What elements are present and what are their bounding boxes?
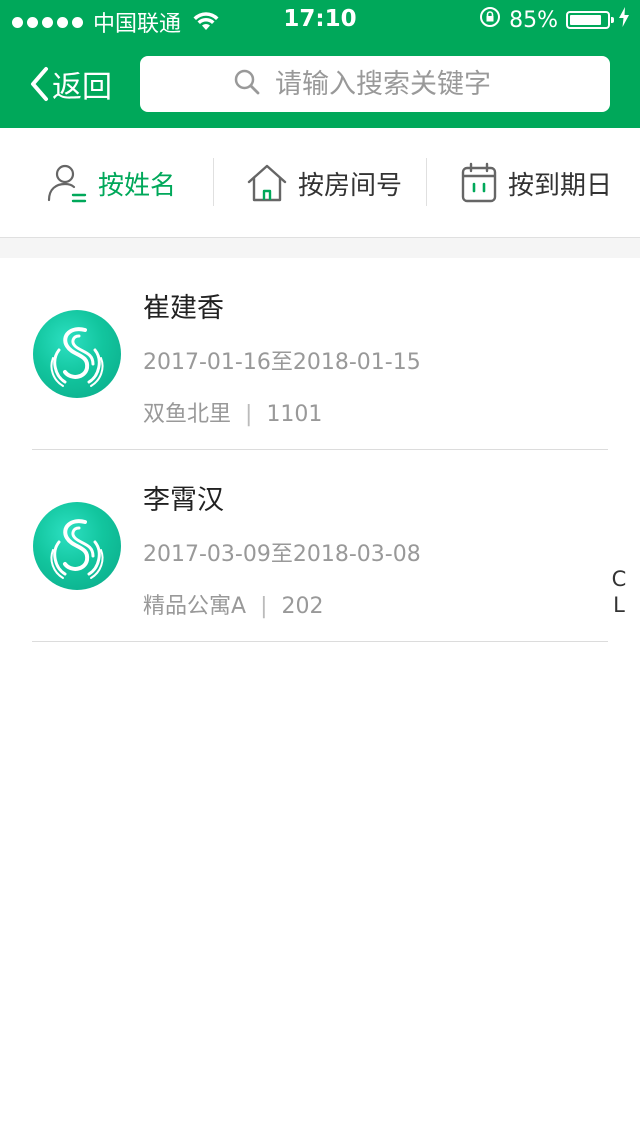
location: 精品公寓A | 202 [143,588,323,620]
building-name: 双鱼北里 [143,402,232,427]
divider [213,158,214,206]
room-number: 202 [281,594,324,619]
list-item[interactable]: 崔建香 2017-01-16至2018-01-15 双鱼北里 | 1101 [0,258,640,450]
house-icon [246,163,298,203]
person-icon [46,162,98,204]
tenant-list: 崔建香 2017-01-16至2018-01-15 双鱼北里 | 1101 李霄汉 … [0,258,640,642]
index-letter[interactable]: C [608,566,630,592]
filter-by-room[interactable]: 按房间号 [246,158,402,208]
chevron-left-icon [28,66,50,102]
pipe-separator: | [245,402,253,427]
status-bar: 中国联通 17:10 85% [0,0,640,40]
filter-label: 按姓名 [98,170,177,201]
divider [426,158,427,206]
alphabet-index: C L [608,566,630,618]
calendar-icon [460,162,508,204]
battery-percent: 85% [509,7,558,33]
tenant-name: 崔建香 [143,293,224,324]
back-button[interactable]: 返回 [28,60,112,108]
charging-icon [618,6,630,34]
filter-label: 按到期日 [508,170,613,201]
avatar [33,502,121,590]
location: 双鱼北里 | 1101 [143,396,322,428]
avatar [33,310,121,398]
pipe-separator: | [260,594,268,619]
filter-by-name[interactable]: 按姓名 [46,158,176,208]
search-icon [233,68,261,100]
lease-dates: 2017-01-16至2018-01-15 [143,350,421,375]
app-header: 中国联通 17:10 85% 返回 请输入搜索关键字 [0,0,640,128]
nav-bar: 返回 [0,40,640,128]
status-right: 85% [479,6,630,34]
swan-logo-icon [50,519,104,579]
list-item[interactable]: 李霄汉 2017-03-09至2018-03-08 精品公寓A | 202 [0,450,640,642]
back-label: 返回 [52,70,112,105]
search-box[interactable] [140,56,610,112]
tenant-name: 李霄汉 [143,485,224,516]
orientation-lock-icon [479,6,501,34]
filter-label: 按房间号 [298,170,403,201]
battery-icon [566,11,614,29]
section-gap [0,238,640,258]
lease-dates: 2017-03-09至2018-03-08 [143,542,421,567]
room-number: 1101 [266,402,323,427]
filter-bar: 按姓名 按房间号 按到期日 [0,128,640,238]
search-input[interactable] [273,67,517,101]
filter-by-expiry[interactable]: 按到期日 [460,158,612,208]
swan-logo-icon [50,327,104,387]
index-letter[interactable]: L [608,592,630,618]
row-divider [32,641,608,642]
building-name: 精品公寓A [143,594,247,619]
